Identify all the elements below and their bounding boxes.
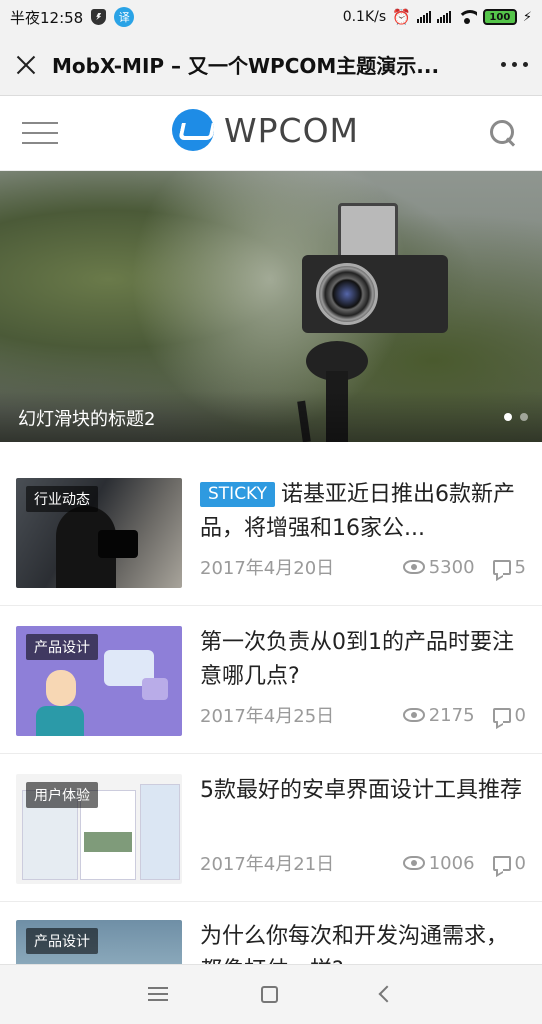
hero-slider[interactable]: 幻灯滑块的标题2	[0, 171, 542, 442]
network-speed: 0.1K/s	[342, 9, 387, 25]
system-nav-bar	[0, 964, 542, 1024]
signal-icon	[416, 11, 431, 23]
post-meta: 2017年4月21日 1006 0	[200, 850, 526, 876]
battery-icon: 100	[482, 9, 517, 25]
sticky-badge: STICKY	[200, 482, 275, 507]
comment-count: 0	[514, 852, 526, 874]
post-title[interactable]: STICKY 诺基亚近日推出6款新产品，将增强和16家公...	[200, 478, 526, 546]
post-thumbnail[interactable]: 用户体验	[16, 774, 182, 884]
comment-count: 5	[514, 556, 526, 578]
site-logo[interactable]: WPCOM	[172, 109, 359, 151]
slider-dot[interactable]	[504, 413, 512, 421]
view-count: 2175	[428, 704, 475, 726]
category-badge[interactable]: 行业动态	[26, 486, 98, 512]
search-icon[interactable]	[490, 120, 518, 148]
translate-app-icon: 译	[114, 7, 135, 27]
logo-mark-icon	[172, 109, 214, 151]
page-title: MobX-MIP – 又一个WPCOM主题演示...	[52, 54, 440, 78]
post-title[interactable]: 第一次负责从0到1的产品时要注意哪几点?	[200, 626, 526, 694]
more-options-icon[interactable]	[501, 62, 528, 67]
eye-icon	[402, 708, 425, 722]
logo-text: WPCOM	[224, 110, 360, 150]
camera-image	[338, 203, 398, 259]
post-title[interactable]: 5款最好的安卓界面设计工具推荐	[200, 774, 526, 808]
comment-icon	[492, 707, 511, 723]
post-item[interactable]: 产品设计 第一次负责从0到1的产品时要注意哪几点? 2017年4月25日 217…	[0, 606, 542, 754]
slider-dots	[504, 413, 528, 421]
category-badge[interactable]: 产品设计	[26, 928, 98, 954]
back-icon[interactable]	[378, 985, 396, 1003]
browser-title-bar: MobX-MIP – 又一个WPCOM主题演示...	[0, 34, 542, 96]
eye-icon	[402, 856, 425, 870]
site-header: WPCOM	[0, 96, 542, 171]
post-date: 2017年4月20日	[200, 558, 335, 579]
category-badge[interactable]: 产品设计	[26, 634, 98, 660]
menu-icon[interactable]	[22, 122, 58, 144]
post-meta: 2017年4月20日 5300 5	[200, 554, 526, 580]
view-count: 5300	[428, 556, 475, 578]
slider-dot[interactable]	[520, 413, 528, 421]
post-date: 2017年4月21日	[200, 854, 335, 875]
charging-icon: ⚡	[522, 9, 532, 25]
post-meta: 2017年4月25日 2175 0	[200, 702, 526, 728]
status-bar: 半夜12:58 译 0.1K/s ⏰ 100 ⚡	[0, 0, 542, 34]
alarm-icon: ⏰	[392, 8, 411, 26]
post-date: 2017年4月25日	[200, 706, 335, 727]
comment-count: 0	[514, 704, 526, 726]
view-count: 1006	[428, 852, 475, 874]
post-item[interactable]: 用户体验 5款最好的安卓界面设计工具推荐 2017年4月21日 1006 0	[0, 754, 542, 902]
comment-icon	[492, 559, 511, 575]
recents-menu-icon[interactable]	[148, 987, 168, 1001]
shield-icon	[91, 9, 107, 25]
close-icon[interactable]	[14, 53, 38, 77]
category-badge[interactable]: 用户体验	[26, 782, 98, 808]
post-thumbnail[interactable]: 行业动态	[16, 478, 182, 588]
home-icon[interactable]	[261, 986, 278, 1003]
slide-title: 幻灯滑块的标题2	[18, 409, 156, 430]
signal-icon-2	[436, 11, 451, 23]
post-thumbnail[interactable]: 产品设计	[16, 626, 182, 736]
eye-icon	[402, 560, 425, 574]
comment-icon	[492, 855, 511, 871]
post-item[interactable]: 行业动态 STICKY 诺基亚近日推出6款新产品，将增强和16家公... 2017…	[0, 458, 542, 606]
status-time: 半夜12:58	[10, 8, 84, 27]
wifi-icon	[456, 10, 477, 24]
